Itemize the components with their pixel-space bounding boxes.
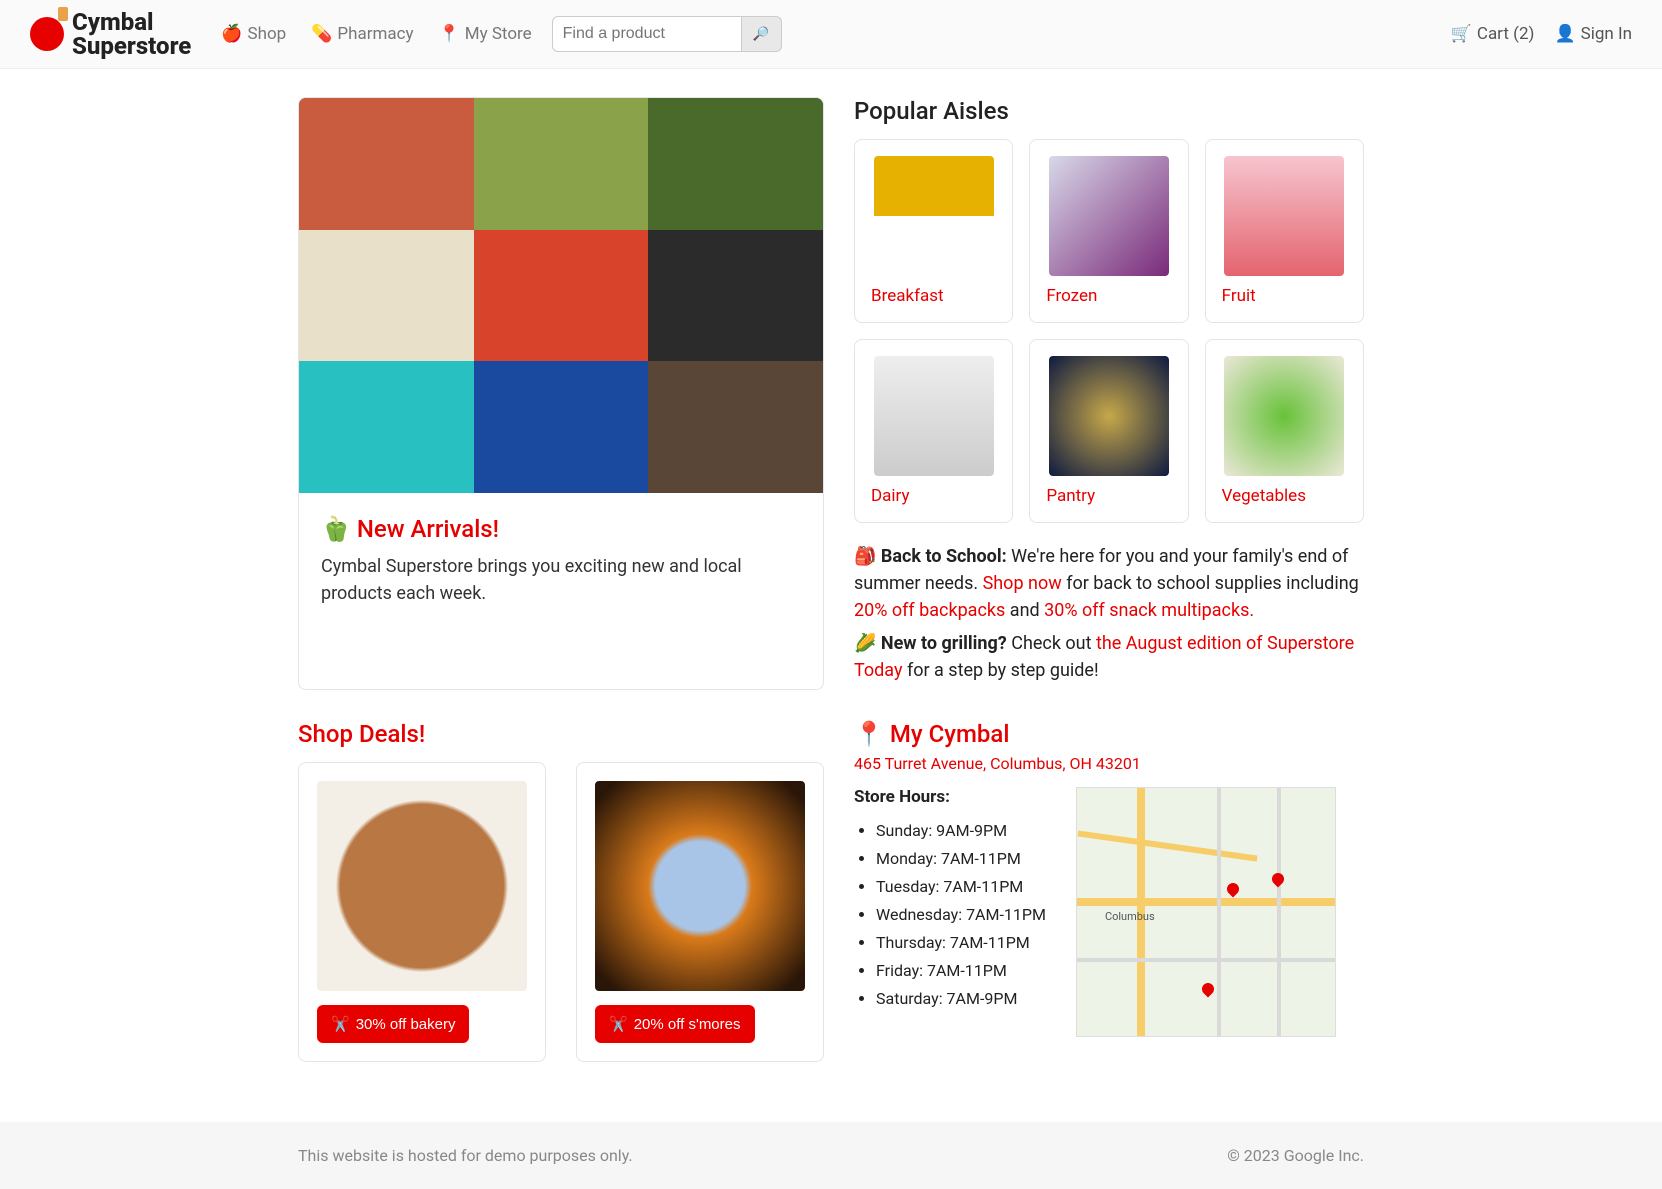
store-address-link[interactable]: 465 Turret Avenue, Columbus, OH 43201 bbox=[854, 754, 1141, 773]
signin-link[interactable]: 👤 Sign In bbox=[1554, 24, 1632, 44]
hours-row: Tuesday: 7AM-11PM bbox=[876, 873, 1046, 901]
header-right: 🛒 Cart (2) 👤 Sign In bbox=[1451, 24, 1632, 44]
search-button[interactable]: 🔎 bbox=[742, 16, 782, 52]
promo-block: 🎒 Back to School: We're here for you and… bbox=[854, 543, 1364, 684]
aisle-image bbox=[1049, 356, 1169, 476]
aisle-frozen[interactable]: Frozen bbox=[1029, 139, 1188, 323]
aisle-label: Dairy bbox=[871, 486, 996, 506]
promo-grilling: 🌽 New to grilling? Check out the August … bbox=[854, 630, 1364, 684]
deal-button[interactable]: ✂️ 30% off bakery bbox=[317, 1005, 469, 1043]
top-nav: Cymbal Superstore 🍎 Shop 💊 Pharmacy 📍 My… bbox=[0, 0, 1662, 69]
aisle-fruit[interactable]: Fruit bbox=[1205, 139, 1364, 323]
aisle-pantry[interactable]: Pantry bbox=[1029, 339, 1188, 523]
aisle-image bbox=[874, 356, 994, 476]
aisle-label: Frozen bbox=[1046, 286, 1171, 306]
deal-label: 20% off s'mores bbox=[634, 1016, 741, 1033]
aisle-dairy[interactable]: Dairy bbox=[854, 339, 1013, 523]
nav-my-store[interactable]: 📍 My Store bbox=[439, 24, 532, 44]
footer-disclaimer: This website is hosted for demo purposes… bbox=[298, 1146, 633, 1165]
deal-image bbox=[317, 781, 527, 991]
map-pin-icon bbox=[1199, 981, 1216, 998]
new-arrivals-card[interactable]: 🫑 New Arrivals! Cymbal Superstore brings… bbox=[298, 97, 824, 690]
deal-button[interactable]: ✂️ 20% off s'mores bbox=[595, 1005, 755, 1043]
page-footer: This website is hosted for demo purposes… bbox=[0, 1122, 1662, 1189]
deal-card[interactable]: ✂️ 20% off s'mores bbox=[576, 762, 824, 1062]
aisle-image bbox=[1224, 356, 1344, 476]
popular-aisles-title: Popular Aisles bbox=[854, 97, 1364, 125]
scissors-icon: ✂️ bbox=[609, 1015, 628, 1033]
apple-icon: 🍎 bbox=[221, 24, 242, 44]
store-hours: Store Hours: Sunday: 9AM-9PMMonday: 7AM-… bbox=[854, 787, 1046, 1037]
user-icon: 👤 bbox=[1554, 24, 1575, 44]
search-input[interactable] bbox=[552, 16, 742, 52]
hours-row: Wednesday: 7AM-11PM bbox=[876, 901, 1046, 929]
hours-row: Saturday: 7AM-9PM bbox=[876, 985, 1046, 1013]
pin-icon: 📍 bbox=[439, 24, 460, 44]
corn-icon: 🌽 bbox=[854, 633, 876, 654]
deal-image bbox=[595, 781, 805, 991]
store-hours-label: Store Hours: bbox=[854, 787, 1046, 807]
pill-icon: 💊 bbox=[311, 24, 332, 44]
map-pin-icon bbox=[1224, 881, 1241, 898]
my-cymbal-section: 📍 My Cymbal 465 Turret Avenue, Columbus,… bbox=[854, 720, 1364, 1062]
nav-shop[interactable]: 🍎 Shop bbox=[221, 24, 286, 44]
deal-label: 30% off bakery bbox=[356, 1016, 456, 1033]
promo-shop-now-link[interactable]: Shop now bbox=[983, 573, 1062, 594]
shop-deals-section: Shop Deals! ✂️ 30% off bakery ✂️ 20% off s'… bbox=[298, 720, 824, 1062]
pepper-icon: 🫑 bbox=[321, 515, 351, 543]
hours-row: Sunday: 9AM-9PM bbox=[876, 817, 1046, 845]
scissors-icon: ✂️ bbox=[331, 1015, 350, 1033]
logo-icon bbox=[30, 17, 64, 51]
popular-aisles-section: Popular Aisles Breakfast Frozen Fruit Dairy… bbox=[854, 97, 1364, 690]
cart-link[interactable]: 🛒 Cart (2) bbox=[1451, 24, 1535, 44]
brand-logo[interactable]: Cymbal Superstore bbox=[30, 10, 191, 58]
map-city-label: Columbus bbox=[1105, 910, 1155, 923]
aisle-image bbox=[874, 156, 994, 276]
brand-text: Cymbal Superstore bbox=[72, 10, 191, 58]
my-cymbal-title: 📍 My Cymbal bbox=[854, 720, 1364, 748]
cart-icon: 🛒 bbox=[1451, 24, 1472, 44]
promo-back-to-school: 🎒 Back to School: We're here for you and… bbox=[854, 543, 1364, 624]
aisle-image bbox=[1224, 156, 1344, 276]
promo-snacks-link[interactable]: 30% off snack multipacks. bbox=[1044, 600, 1254, 621]
aisle-breakfast[interactable]: Breakfast bbox=[854, 139, 1013, 323]
store-map[interactable]: Columbus bbox=[1076, 787, 1336, 1037]
footer-copyright: © 2023 Google Inc. bbox=[1227, 1146, 1364, 1165]
new-arrivals-title: 🫑 New Arrivals! bbox=[321, 515, 801, 543]
aisle-vegetables[interactable]: Vegetables bbox=[1205, 339, 1364, 523]
aisle-label: Fruit bbox=[1222, 286, 1347, 306]
search-form: 🔎 bbox=[552, 16, 782, 52]
deal-card[interactable]: ✂️ 30% off bakery bbox=[298, 762, 546, 1062]
map-pin-icon bbox=[1269, 871, 1286, 888]
promo-backpacks-link[interactable]: 20% off backpacks bbox=[854, 600, 1005, 621]
aisle-label: Vegetables bbox=[1222, 486, 1347, 506]
main-content: 🫑 New Arrivals! Cymbal Superstore brings… bbox=[286, 97, 1376, 1062]
backpack-icon: 🎒 bbox=[854, 546, 876, 567]
new-arrivals-image bbox=[299, 98, 823, 493]
aisle-label: Pantry bbox=[1046, 486, 1171, 506]
pin-icon: 📍 bbox=[854, 720, 884, 748]
hours-row: Monday: 7AM-11PM bbox=[876, 845, 1046, 873]
aisle-image bbox=[1049, 156, 1169, 276]
nav-pharmacy[interactable]: 💊 Pharmacy bbox=[311, 24, 413, 44]
aisle-label: Breakfast bbox=[871, 286, 996, 306]
shop-deals-title: Shop Deals! bbox=[298, 720, 824, 748]
hours-row: Thursday: 7AM-11PM bbox=[876, 929, 1046, 957]
new-arrivals-desc: Cymbal Superstore brings you exciting ne… bbox=[321, 553, 801, 607]
hours-row: Friday: 7AM-11PM bbox=[876, 957, 1046, 985]
search-icon: 🔎 bbox=[753, 26, 770, 42]
primary-nav: 🍎 Shop 💊 Pharmacy 📍 My Store bbox=[221, 24, 531, 44]
